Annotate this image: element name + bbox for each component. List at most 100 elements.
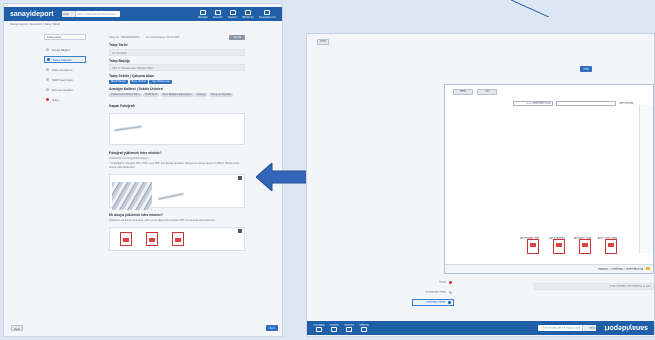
section-label: Ek dosya yüklemek ister misiniz? (109, 213, 163, 217)
filename-input[interactable] (555, 101, 616, 106)
account-sidebar: Kategoriler Genel Bilgiler Satış Taleple… (44, 34, 86, 106)
pdf-file-icon[interactable] (172, 232, 184, 246)
account-sidebar: Satış Talepleri Satın Alımlarım Çıkış (412, 276, 454, 306)
cover-photo-pipe (113, 125, 143, 132)
folder-tree[interactable] (639, 105, 653, 253)
tag-icon (46, 88, 49, 91)
trash-icon[interactable] (238, 229, 242, 233)
sidebar-category-select[interactable]: Kategoriler (44, 34, 86, 40)
sidebar-item-label: Satın Alımlarım (52, 67, 73, 72)
product-tag[interactable]: Profil Boru (143, 92, 160, 97)
sector-tag[interactable]: Boru Üretimi (129, 79, 148, 84)
product-tag[interactable]: Paslanmaz Dikişsiz Boru (109, 92, 142, 97)
trash-icon[interactable] (238, 176, 242, 180)
back-button[interactable]: Geri (317, 39, 329, 45)
next-button[interactable]: İleri (580, 66, 592, 72)
bell-icon (245, 9, 252, 15)
main-page-panel: sanayideport Ürün ürün, firma ya da hizm… (3, 3, 283, 337)
site-logo[interactable]: sanayideport (604, 325, 648, 332)
file-item[interactable]: sartname.pdf (549, 236, 565, 254)
sector-tag[interactable]: Yapı Malzemesi (149, 79, 172, 84)
sidebar-item-general[interactable]: Genel Bilgiler (44, 46, 86, 53)
sidebar-item-purchases[interactable]: Satın Alımlarım (412, 289, 454, 296)
sector-tag[interactable]: Metal Sanayi (109, 79, 128, 84)
pdf-file-icon (527, 239, 539, 254)
pdf-file-icon (605, 239, 617, 254)
sidebar-item-logout[interactable]: Çıkış (44, 96, 86, 103)
form-partial: 316 Ti Paslanmaz Dikişsiz Boru (534, 283, 654, 290)
gallery-box[interactable] (109, 174, 245, 210)
back-button[interactable]: Geri (11, 325, 23, 331)
connector-line (511, 0, 549, 17)
request-number: Satış No: TR20250409001 (109, 35, 140, 39)
file-grid: teklif_form_1.pdf boru_cizim.pdf sartnam… (445, 226, 637, 264)
nav-favorites[interactable]: Favoriler (344, 324, 354, 333)
list-icon (47, 58, 50, 61)
nav-messages[interactable]: Mesajlar (359, 324, 369, 333)
dialog-path[interactable]: Bu bilgisayar > Belgeler > Teklifler (598, 267, 643, 271)
product-tag[interactable]: Boru Bağlantı Elemanları (160, 92, 194, 97)
dialog-buttons: Aç İptal (453, 89, 497, 95)
nav-label: Sepetim (329, 323, 339, 327)
folder-icon (646, 267, 650, 271)
pdf-file-icon[interactable] (120, 232, 132, 246)
heart-icon (345, 327, 352, 333)
pdf-file-icon[interactable] (146, 232, 158, 246)
filetype-select[interactable]: Tüm dosyalar (*.*) (512, 101, 553, 106)
bag-icon (46, 68, 49, 71)
sidebar-item-service-prices[interactable]: Hizmet Fiyatları (44, 86, 86, 93)
sidebar-item-sales-requests[interactable]: Satış Talepleri (44, 56, 86, 63)
cover-photo-box[interactable] (109, 113, 245, 145)
sidebar-item-label: Genel Bilgiler (52, 47, 70, 52)
nav-cart[interactable]: Sepetim (329, 324, 339, 333)
sidebar-item-purchases[interactable]: Satın Alımlarım (44, 66, 86, 73)
nav-cart[interactable]: Sepetim (228, 9, 237, 19)
file-item[interactable]: olcu_tablosu.pdf (520, 236, 539, 254)
breadcrumb: Sanayideport / Hesabım / Satış Talebi (10, 22, 61, 26)
nav-notifications[interactable]: Bildirimler (313, 324, 324, 333)
sidebar-item-sales-requests[interactable]: Satış Talepleri (412, 299, 454, 306)
nav-account[interactable]: Sanayideport'a (259, 9, 276, 19)
cancel-button[interactable]: İptal (453, 89, 473, 95)
rotated-view: sanayideport Ürün ürün, firma ya da hizm… (307, 34, 654, 336)
dialog-address-bar: Bu bilgisayar > Belgeler > Teklifler (445, 264, 653, 273)
gallery-image-pipe (157, 192, 185, 201)
product-tag[interactable]: Flanş ve Contalar (208, 92, 234, 97)
site-logo[interactable]: sanayideport (10, 11, 54, 18)
pdf-file-icon (579, 239, 591, 254)
request-title-field[interactable]: 316 Ti Paslanmaz Dikişsiz Boru (109, 64, 245, 71)
file-item[interactable]: teklif_form_1.pdf (598, 236, 617, 254)
sidebar-item-offer-history[interactable]: Teklif Geçmişim (44, 76, 86, 83)
sidebar-item-label: Hizmet Fiyatları (52, 87, 73, 92)
section-label: Fotoğraf yüklemek ister misiniz? (109, 151, 162, 155)
file-open-dialog: Bu bilgisayar > Belgeler > Teklifler tek… (444, 84, 654, 274)
nav-messages[interactable]: Mesajlar (198, 9, 208, 19)
file-item[interactable]: boru_cizim.pdf (574, 236, 591, 254)
sidebar-item-label: Çıkış (52, 97, 59, 102)
nav-favorites[interactable]: Favoriler (212, 9, 223, 19)
publish-button[interactable]: Yayınla (228, 34, 245, 40)
field-label: Talep Tarihi (109, 43, 128, 47)
request-date-field[interactable]: 07.04.2025 (109, 48, 245, 56)
nav-label: Favoriler (343, 323, 354, 327)
sidebar-item-label: Çıkış (439, 280, 446, 285)
search-category-select[interactable]: Ürün (61, 11, 76, 17)
nav-notifications[interactable]: Bildirimler (242, 9, 254, 19)
sidebar-item-logout[interactable]: Çıkış (412, 279, 454, 286)
search-bar: Ürün ürün, firma ya da hizmet ara... (61, 11, 120, 17)
request-title-field[interactable]: 316 Ti Paslanmaz Dikişsiz Boru (534, 283, 654, 290)
open-button[interactable]: Aç (477, 89, 497, 95)
bell-icon (315, 327, 322, 333)
message-icon (199, 9, 206, 15)
documents-box[interactable] (109, 227, 245, 251)
field-label: Talep Başlığı (109, 58, 130, 63)
product-tag[interactable]: Fittings (195, 92, 208, 97)
next-button[interactable]: İleri (266, 325, 278, 331)
search-category-select[interactable]: Ürün (582, 325, 597, 331)
search-input[interactable]: ürün, firma ya da hizmet ara... (76, 11, 120, 17)
nav-label: Favoriler (212, 15, 223, 19)
pdf-file-icon (553, 239, 565, 254)
docs-description: Talebinize ait teknik şartname, çizim ya… (109, 218, 217, 222)
pdf-list (110, 228, 244, 250)
search-input[interactable]: ürün, firma ya da hizmet ara... (538, 325, 582, 331)
